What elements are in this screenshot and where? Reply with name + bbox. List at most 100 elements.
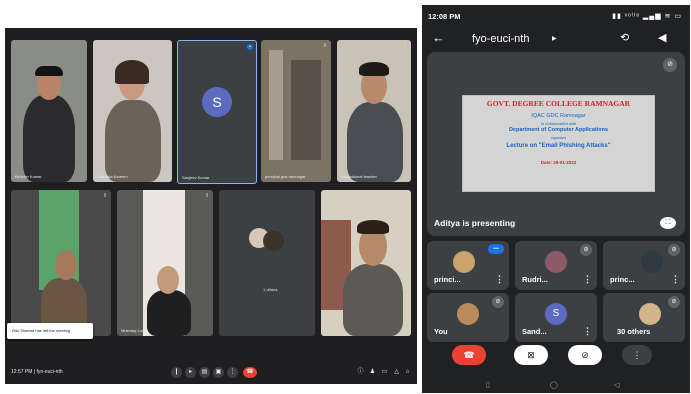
more-icon: ⋮ <box>632 350 642 360</box>
more-icon[interactable]: ⋮ <box>495 274 504 285</box>
status-bar: 12:08 PM ▮▮ ᵛᵒˡᵗᵉ ▂▄▆ ≋ ▭ <box>422 5 690 25</box>
more-options-button[interactable]: ⋮ <box>227 367 238 378</box>
avatar <box>263 230 285 252</box>
participant-name: Sanjeev Kumar <box>182 175 210 180</box>
participant-tile[interactable]: ‖ Mushtaq Lodhi <box>117 190 213 336</box>
participant-video <box>269 50 283 160</box>
slide-line: Department of Computer Applications <box>508 127 609 133</box>
camera-icon: ▸ <box>188 369 192 375</box>
participant-tile[interactable]: Shahista Kareem <box>93 40 172 182</box>
meeting-code[interactable]: fyo-euci-nth <box>472 33 529 45</box>
participant-video <box>23 95 75 182</box>
avatar <box>453 251 475 273</box>
participant-video <box>147 290 191 336</box>
slide-date: Date: 29-01-2022 <box>540 160 577 165</box>
participant-video <box>291 60 321 160</box>
camera-button[interactable]: ▸ <box>185 367 196 378</box>
mic-off-button[interactable]: ⊘ <box>568 345 602 365</box>
fullscreen-icon[interactable]: ⛶ <box>660 217 676 229</box>
switch-camera-icon[interactable]: ⟲ <box>620 31 629 44</box>
speaker-icon[interactable]: ◀ <box>658 31 666 44</box>
captions-icon: ▤ <box>201 369 208 375</box>
avatar <box>639 303 661 325</box>
mic-off-icon: ‖ <box>403 43 407 49</box>
participant-name: Birinder Kumar <box>15 174 42 179</box>
participant-name: princi... <box>434 275 461 284</box>
left-meeting-toast: Ritu Sharma has left the meeting <box>7 323 93 339</box>
more-options-button[interactable]: ⋮ <box>622 345 652 365</box>
participant-tile[interactable]: S • Sanjeev Kumar <box>177 40 257 184</box>
slide-line: organises <box>550 136 567 140</box>
participant-name: Shahista Kareem <box>97 174 128 179</box>
mic-off-icon: ‖ <box>103 193 107 199</box>
speaking-indicator-icon: • <box>247 44 253 50</box>
lock-icon[interactable]: ⌂ <box>404 369 411 376</box>
status-icons: ▮▮ ᵛᵒˡᵗᵉ ▂▄▆ ≋ ▭ <box>612 13 682 20</box>
present-icon: ▣ <box>215 369 222 375</box>
mic-off-icon: ‖ <box>205 193 209 199</box>
people-icon[interactable]: ♟ <box>369 369 376 376</box>
more-icon: ⋮ <box>229 369 236 375</box>
participant-tile[interactable]: Birinder Kumar <box>11 40 87 182</box>
participant-name: Sand... <box>522 327 547 336</box>
desktop-control-bar: 12:57 PM | fyo-euci-nth ❙ ▸ ▤ ▣ ⋮ ☎ ⓘ ♟ … <box>5 362 417 384</box>
avatar: S <box>202 87 232 117</box>
participant-tile[interactable]: ‖ inspirational teacher <box>337 40 411 182</box>
participant-name: Rudri... <box>522 275 548 284</box>
more-icon[interactable]: ⋮ <box>583 326 592 337</box>
participant-tile[interactable]: 1 others <box>219 190 315 336</box>
participant-face <box>157 266 179 294</box>
mic-off-icon: ⊘ <box>580 244 592 256</box>
phone-control-bar: ☎ ⊠ ⊘ ⋮ <box>422 345 690 375</box>
end-call-button[interactable]: ☎ <box>243 367 257 378</box>
mic-off-icon: ⊘ <box>492 296 504 308</box>
slide-line: Lecture on "Email Phishing Attacks" <box>506 143 611 149</box>
mic-off-icon: ⊘ <box>581 350 589 360</box>
more-icon[interactable]: ⋮ <box>583 274 592 285</box>
participant-tile[interactable]: ⊘ princ... ⋮ <box>603 241 685 290</box>
presenting-label: Aditya is presenting <box>434 218 516 228</box>
participant-tile[interactable]: ⊘ Rudri... ⋮ <box>515 241 597 290</box>
chevron-right-icon[interactable]: ▶ <box>552 35 557 42</box>
participant-video <box>347 102 403 182</box>
participant-tile[interactable]: ‖ principal gdc ramnagar <box>261 40 331 182</box>
mic-off-icon: ⊘ <box>668 244 680 256</box>
back-icon[interactable]: ◁ <box>614 381 619 389</box>
captions-button[interactable]: ▤ <box>199 367 210 378</box>
recents-icon[interactable]: ▯ <box>486 381 490 389</box>
avatar <box>457 303 479 325</box>
participant-name: inspirational teacher <box>341 174 377 179</box>
participant-tile[interactable]: ⊘ 30 others <box>603 293 685 342</box>
activities-icon[interactable]: △ <box>393 369 400 376</box>
participant-name: princ... <box>610 275 635 284</box>
home-icon[interactable]: ◯ <box>550 381 558 389</box>
slide-line: In collaboration with <box>540 121 577 126</box>
mic-off-icon: ⊘ <box>668 296 680 308</box>
camera-off-icon: ⊠ <box>527 350 535 360</box>
presentation-tile[interactable]: ⊘ GOVT. DEGREE COLLEGE RAMNAGAR IQAC GDC… <box>427 52 685 236</box>
participant-name: principal gdc ramnagar <box>265 174 306 179</box>
participant-face <box>55 250 77 280</box>
toast-text: Ritu Sharma has left the meeting <box>12 328 71 333</box>
more-icon[interactable]: ⋮ <box>671 274 680 285</box>
meeting-header: ← fyo-euci-nth ▶ ⟲ ◀ <box>422 27 690 51</box>
participant-tile[interactable]: ••• princi... ⋮ <box>427 241 509 290</box>
info-icon[interactable]: ⓘ <box>357 369 364 376</box>
chat-icon[interactable]: ▭ <box>381 369 388 376</box>
mic-button[interactable]: ❙ <box>171 367 182 378</box>
presentation-slide: GOVT. DEGREE COLLEGE RAMNAGAR IQAC GDC R… <box>462 95 655 192</box>
end-call-button[interactable]: ☎ <box>452 345 486 365</box>
mic-off-icon: ‖ <box>323 43 327 49</box>
camera-off-button[interactable]: ⊠ <box>514 345 548 365</box>
participant-tile[interactable] <box>321 190 411 336</box>
participant-name: You <box>434 327 448 336</box>
avatar <box>641 251 663 273</box>
participant-tile[interactable]: S Sand... ⋮ <box>515 293 597 342</box>
participant-tile[interactable]: ⊘ You <box>427 293 509 342</box>
back-arrow-icon[interactable]: ← <box>432 30 445 45</box>
mic-icon: ❙ <box>173 369 180 375</box>
present-button[interactable]: ▣ <box>213 367 224 378</box>
participant-tile[interactable]: ‖ <box>11 190 111 336</box>
meeting-time: 12:57 PM | fyo-euci-nth <box>11 369 63 375</box>
status-time: 12:08 PM <box>428 12 461 21</box>
